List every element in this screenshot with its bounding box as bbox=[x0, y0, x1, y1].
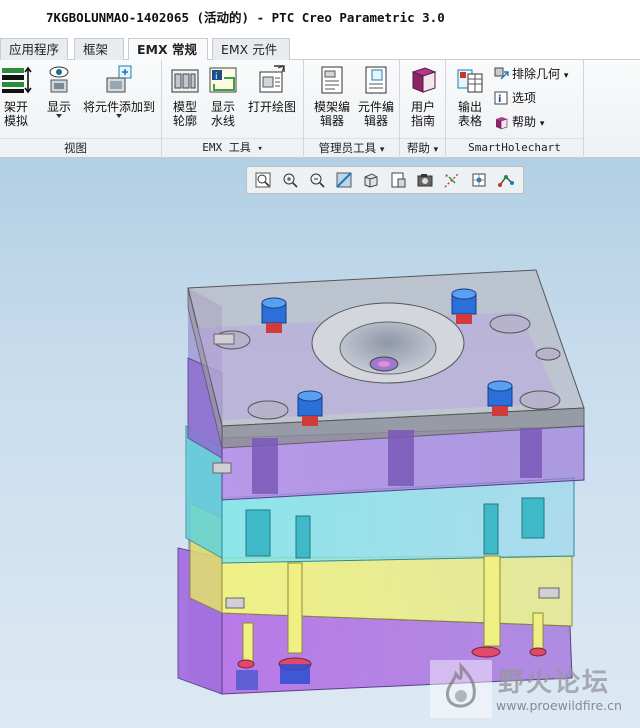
export-table-icon bbox=[457, 69, 483, 93]
mold-assembly-model[interactable] bbox=[0, 158, 640, 728]
options-button[interactable]: i 选项 bbox=[494, 89, 536, 107]
display-label: 显示 bbox=[46, 100, 71, 114]
group-admin-tools-label[interactable]: 管理员工具 ▾ bbox=[304, 138, 399, 156]
waterline-icon: i bbox=[209, 67, 237, 93]
help-menu-label: 帮助 bbox=[512, 115, 537, 129]
exclude-geometry-label: 排除几何 bbox=[512, 67, 561, 81]
export-table-button[interactable]: 输出 表格 bbox=[450, 64, 490, 128]
window-title: 7KGBOLUNMAO-1402065 (活动的) - PTC Creo Par… bbox=[46, 10, 445, 25]
admin-tools-text: 管理员工具 bbox=[318, 141, 377, 155]
group-view-label: 视图 bbox=[0, 138, 161, 156]
help-group-text: 帮助 bbox=[406, 141, 430, 155]
exclude-geometry-button[interactable]: 排除几何 ▾ bbox=[494, 65, 568, 83]
frame-simulate-icon bbox=[2, 66, 32, 94]
waterline-label-2: 水线 bbox=[210, 114, 235, 128]
chevron-down-icon bbox=[56, 114, 62, 118]
export-table-label-2: 表格 bbox=[457, 114, 482, 128]
open-drawing-label: 打开绘图 bbox=[247, 100, 296, 114]
waterline-label-1: 显示 bbox=[210, 100, 235, 114]
title-bar: 7KGBOLUNMAO-1402065 (活动的) - PTC Creo Par… bbox=[0, 0, 640, 32]
mold-profile-button[interactable]: 模型 轮廓 bbox=[168, 64, 202, 128]
help-menu-button[interactable]: 帮助 ▾ bbox=[494, 113, 544, 131]
book-icon bbox=[411, 67, 437, 93]
open-drawing-icon bbox=[259, 65, 285, 93]
mold-profile-label-1: 模型 bbox=[172, 100, 197, 114]
chevron-down-icon bbox=[116, 114, 122, 118]
group-emx-tools: 模型 轮廓 i 显示 水线 打开绘图 EMX 工具 ▾ bbox=[162, 60, 304, 158]
tab-emx-components[interactable]: EMX 元件 bbox=[212, 38, 290, 60]
svg-text:i: i bbox=[498, 94, 501, 105]
group-help: 用户 指南 帮助 ▾ bbox=[400, 60, 446, 158]
user-guide-button[interactable]: 用户 指南 bbox=[404, 64, 442, 128]
group-smartholechart-label: SmartHolechart bbox=[446, 138, 583, 156]
frame-editor-label-1: 模架编 bbox=[313, 100, 350, 114]
group-view: 架开 模拟 显示 将元件添加到 视图 bbox=[0, 60, 162, 158]
watermark-url: www.proewildfire.cn bbox=[496, 698, 622, 713]
group-emx-tools-label[interactable]: EMX 工具 ▾ bbox=[162, 138, 303, 156]
flame-logo-icon bbox=[430, 660, 492, 718]
user-guide-label-1: 用户 bbox=[410, 100, 435, 114]
svg-text:i: i bbox=[215, 72, 218, 82]
mold-profile-icon bbox=[171, 69, 199, 93]
watermark-text: 野火论坛 bbox=[498, 668, 611, 698]
frame-open-simulate-button[interactable]: 架开 模拟 bbox=[0, 64, 36, 128]
display-button[interactable]: 显示 bbox=[42, 64, 76, 118]
frame-editor-button[interactable]: 模架编 辑器 bbox=[308, 64, 356, 128]
open-drawing-button[interactable]: 打开绘图 bbox=[244, 64, 300, 114]
mold-profile-label-2: 轮廓 bbox=[172, 114, 197, 128]
forum-watermark: 野火论坛 www.proewildfire.cn bbox=[430, 660, 630, 720]
group-smartholechart: 输出 表格 排除几何 ▾ i 选项 帮助 ▾ SmartHolechart bbox=[446, 60, 584, 158]
show-waterline-button[interactable]: i 显示 水线 bbox=[206, 64, 240, 128]
export-table-label-1: 输出 bbox=[457, 100, 482, 114]
add-component-button[interactable]: 将元件添加到 bbox=[78, 64, 160, 118]
component-editor-button[interactable]: 元件编 辑器 bbox=[354, 64, 398, 128]
options-icon: i bbox=[494, 91, 508, 105]
frame-editor-icon bbox=[321, 66, 343, 94]
ribbon: 架开 模拟 显示 将元件添加到 视图 模型 轮廓 i 显示 水线 打开绘图 EM… bbox=[0, 60, 640, 158]
component-editor-icon bbox=[365, 66, 387, 94]
ribbon-tab-bar: 应用程序 框架 EMX 常规 EMX 元件 bbox=[0, 36, 640, 61]
tab-frame[interactable]: 框架 bbox=[74, 38, 124, 60]
tab-emx-general[interactable]: EMX 常规 bbox=[128, 38, 208, 61]
graphics-viewport[interactable]: * 野火论坛 www.proewildfire.cn bbox=[0, 158, 640, 728]
group-admin-tools: 模架编 辑器 元件编 辑器 管理员工具 ▾ bbox=[304, 60, 400, 158]
frame-open-label-2: 模拟 bbox=[3, 114, 28, 128]
group-help-label[interactable]: 帮助 ▾ bbox=[400, 138, 445, 156]
emx-tools-text: EMX 工具 bbox=[202, 141, 251, 154]
help-book-icon bbox=[496, 117, 508, 130]
tab-applications[interactable]: 应用程序 bbox=[0, 38, 68, 60]
add-component-label: 将元件添加到 bbox=[82, 100, 155, 114]
frame-open-label-1: 架开 bbox=[3, 100, 28, 114]
component-editor-label-1: 元件编 bbox=[357, 100, 394, 114]
component-editor-label-2: 辑器 bbox=[363, 114, 388, 128]
eye-icon bbox=[49, 66, 69, 93]
frame-editor-label-2: 辑器 bbox=[319, 114, 344, 128]
options-label: 选项 bbox=[512, 91, 537, 105]
exclude-geometry-icon bbox=[494, 67, 509, 80]
add-component-icon bbox=[106, 65, 132, 93]
user-guide-label-2: 指南 bbox=[410, 114, 435, 128]
